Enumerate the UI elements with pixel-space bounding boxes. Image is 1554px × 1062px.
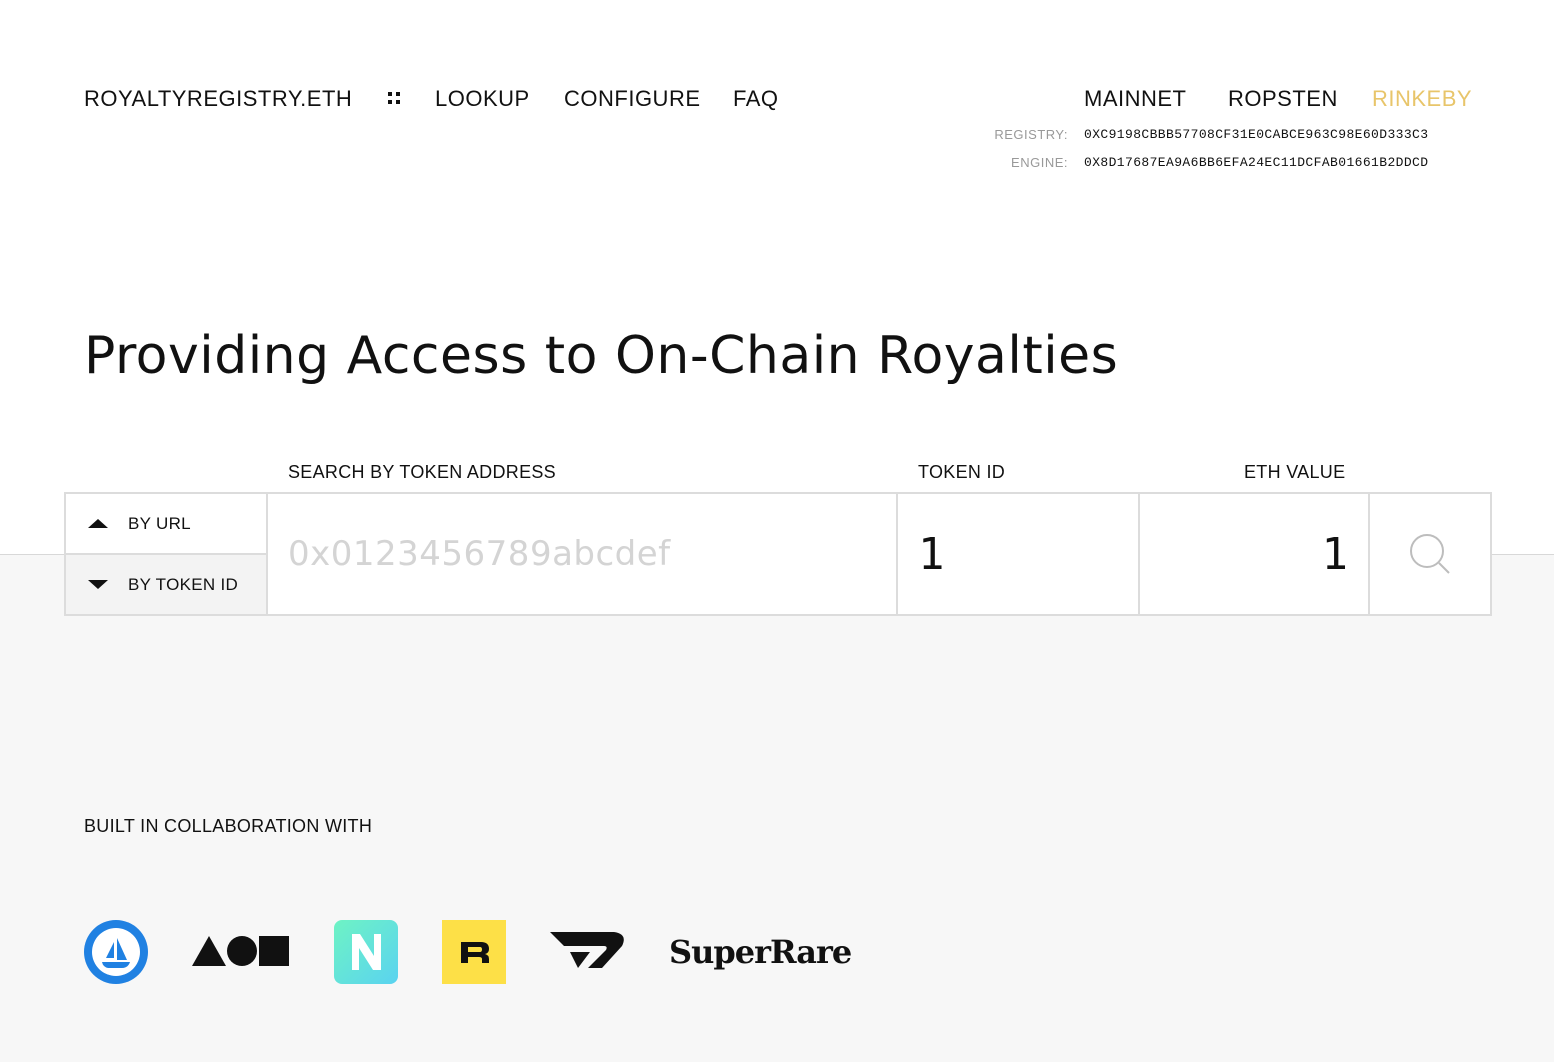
search-mode-toggle: BY URL BY TOKEN ID <box>66 494 268 614</box>
lower-section-background <box>0 554 1554 1062</box>
page-title: Providing Access to On-Chain Royalties <box>84 326 1119 386</box>
nav-faq[interactable]: FAQ <box>733 86 779 112</box>
opensea-logo[interactable] <box>84 920 148 984</box>
rarible-logo[interactable] <box>442 920 506 984</box>
engine-label: ENGINE: <box>1011 155 1068 170</box>
brand-link[interactable]: ROYALTYREGISTRY.ETH <box>84 86 352 112</box>
eth-value-input[interactable] <box>1140 528 1348 580</box>
mode-by-token-id[interactable]: BY TOKEN ID <box>66 555 266 614</box>
lookup-form: BY URL BY TOKEN ID <box>64 492 1492 616</box>
network-rinkeby[interactable]: RINKEBY <box>1372 86 1472 112</box>
mode-by-token-id-label: BY TOKEN ID <box>128 574 239 594</box>
caret-down-icon <box>88 580 108 589</box>
address-input-cell <box>268 494 898 614</box>
registry-label: REGISTRY: <box>994 127 1068 142</box>
menu-dots-icon[interactable] <box>388 92 400 104</box>
token-id-label: TOKEN ID <box>918 462 1006 482</box>
address-field-label: SEARCH BY TOKEN ADDRESS <box>288 462 556 482</box>
nav-lookup[interactable]: LOOKUP <box>435 86 530 112</box>
caret-up-icon <box>88 519 108 528</box>
mode-by-url-label: BY URL <box>128 513 191 533</box>
token-address-input[interactable] <box>288 534 896 574</box>
async-art-logo[interactable] <box>190 920 290 984</box>
eth-value-label: ETH VALUE <box>1244 462 1346 482</box>
network-mainnet[interactable]: MAINNET <box>1084 86 1187 112</box>
superrare-logo[interactable]: SuperRare <box>669 920 852 984</box>
search-icon <box>1410 534 1450 574</box>
eth-value-cell <box>1140 494 1370 614</box>
mode-by-url[interactable]: BY URL <box>66 494 266 555</box>
token-id-input[interactable] <box>918 528 1138 580</box>
nav-configure[interactable]: CONFIGURE <box>564 86 701 112</box>
zora-logo[interactable] <box>550 920 626 984</box>
collab-title: BUILT IN COLLABORATION WITH <box>84 816 373 836</box>
registry-address: 0XC9198CBBB57708CF31E0CABCE963C98E60D333… <box>1084 127 1429 142</box>
network-ropsten[interactable]: ROPSTEN <box>1228 86 1338 112</box>
nifty-gateway-logo[interactable] <box>334 920 398 984</box>
search-button[interactable] <box>1370 494 1490 614</box>
token-id-cell <box>898 494 1140 614</box>
engine-address: 0X8D17687EA9A6BB6EFA24EC11DCFAB01661B2DD… <box>1084 155 1429 170</box>
